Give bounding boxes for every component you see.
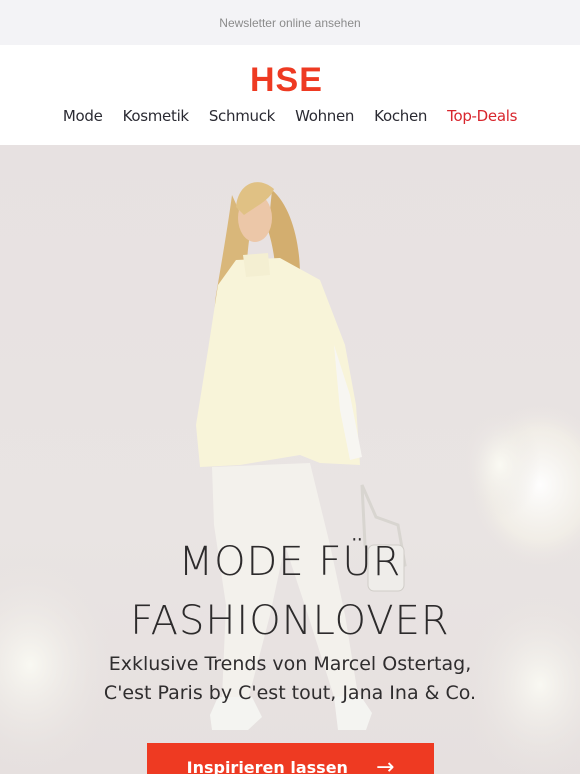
hero-headline-line2: FASHIONLOVER [130,598,450,644]
nav-item-kochen[interactable]: Kochen [374,107,427,125]
hero-headline-line1: MODE FÜR [178,539,402,585]
nav-item-top-deals[interactable]: Top-Deals [447,107,517,125]
main-nav: Mode Kosmetik Schmuck Wohnen Kochen Top-… [0,107,580,125]
inspirieren-lassen-button[interactable]: Inspirieren lassen → [147,743,434,774]
hero-banner[interactable]: MODE FÜR FASHIONLOVER Exklusive Trends v… [0,145,580,774]
arrow-right-icon: → [375,754,395,774]
hse-logo[interactable]: HSE [250,63,323,97]
nav-item-wohnen[interactable]: Wohnen [295,107,354,125]
header: HSE Mode Kosmetik Schmuck Wohnen Kochen … [0,45,580,145]
hero-subline-line2: C'est Paris by C'est tout, Jana Ina & Co… [103,682,477,704]
nav-item-mode[interactable]: Mode [63,107,103,125]
nav-item-kosmetik[interactable]: Kosmetik [123,107,190,125]
hero-subline-line1: Exklusive Trends von Marcel Ostertag, [108,653,472,675]
cta-label: Inspirieren lassen [186,757,348,774]
nav-item-schmuck[interactable]: Schmuck [209,107,276,125]
newsletter-bar: Newsletter online ansehen [0,0,580,45]
newsletter-online-link[interactable]: Newsletter online ansehen [219,16,360,30]
